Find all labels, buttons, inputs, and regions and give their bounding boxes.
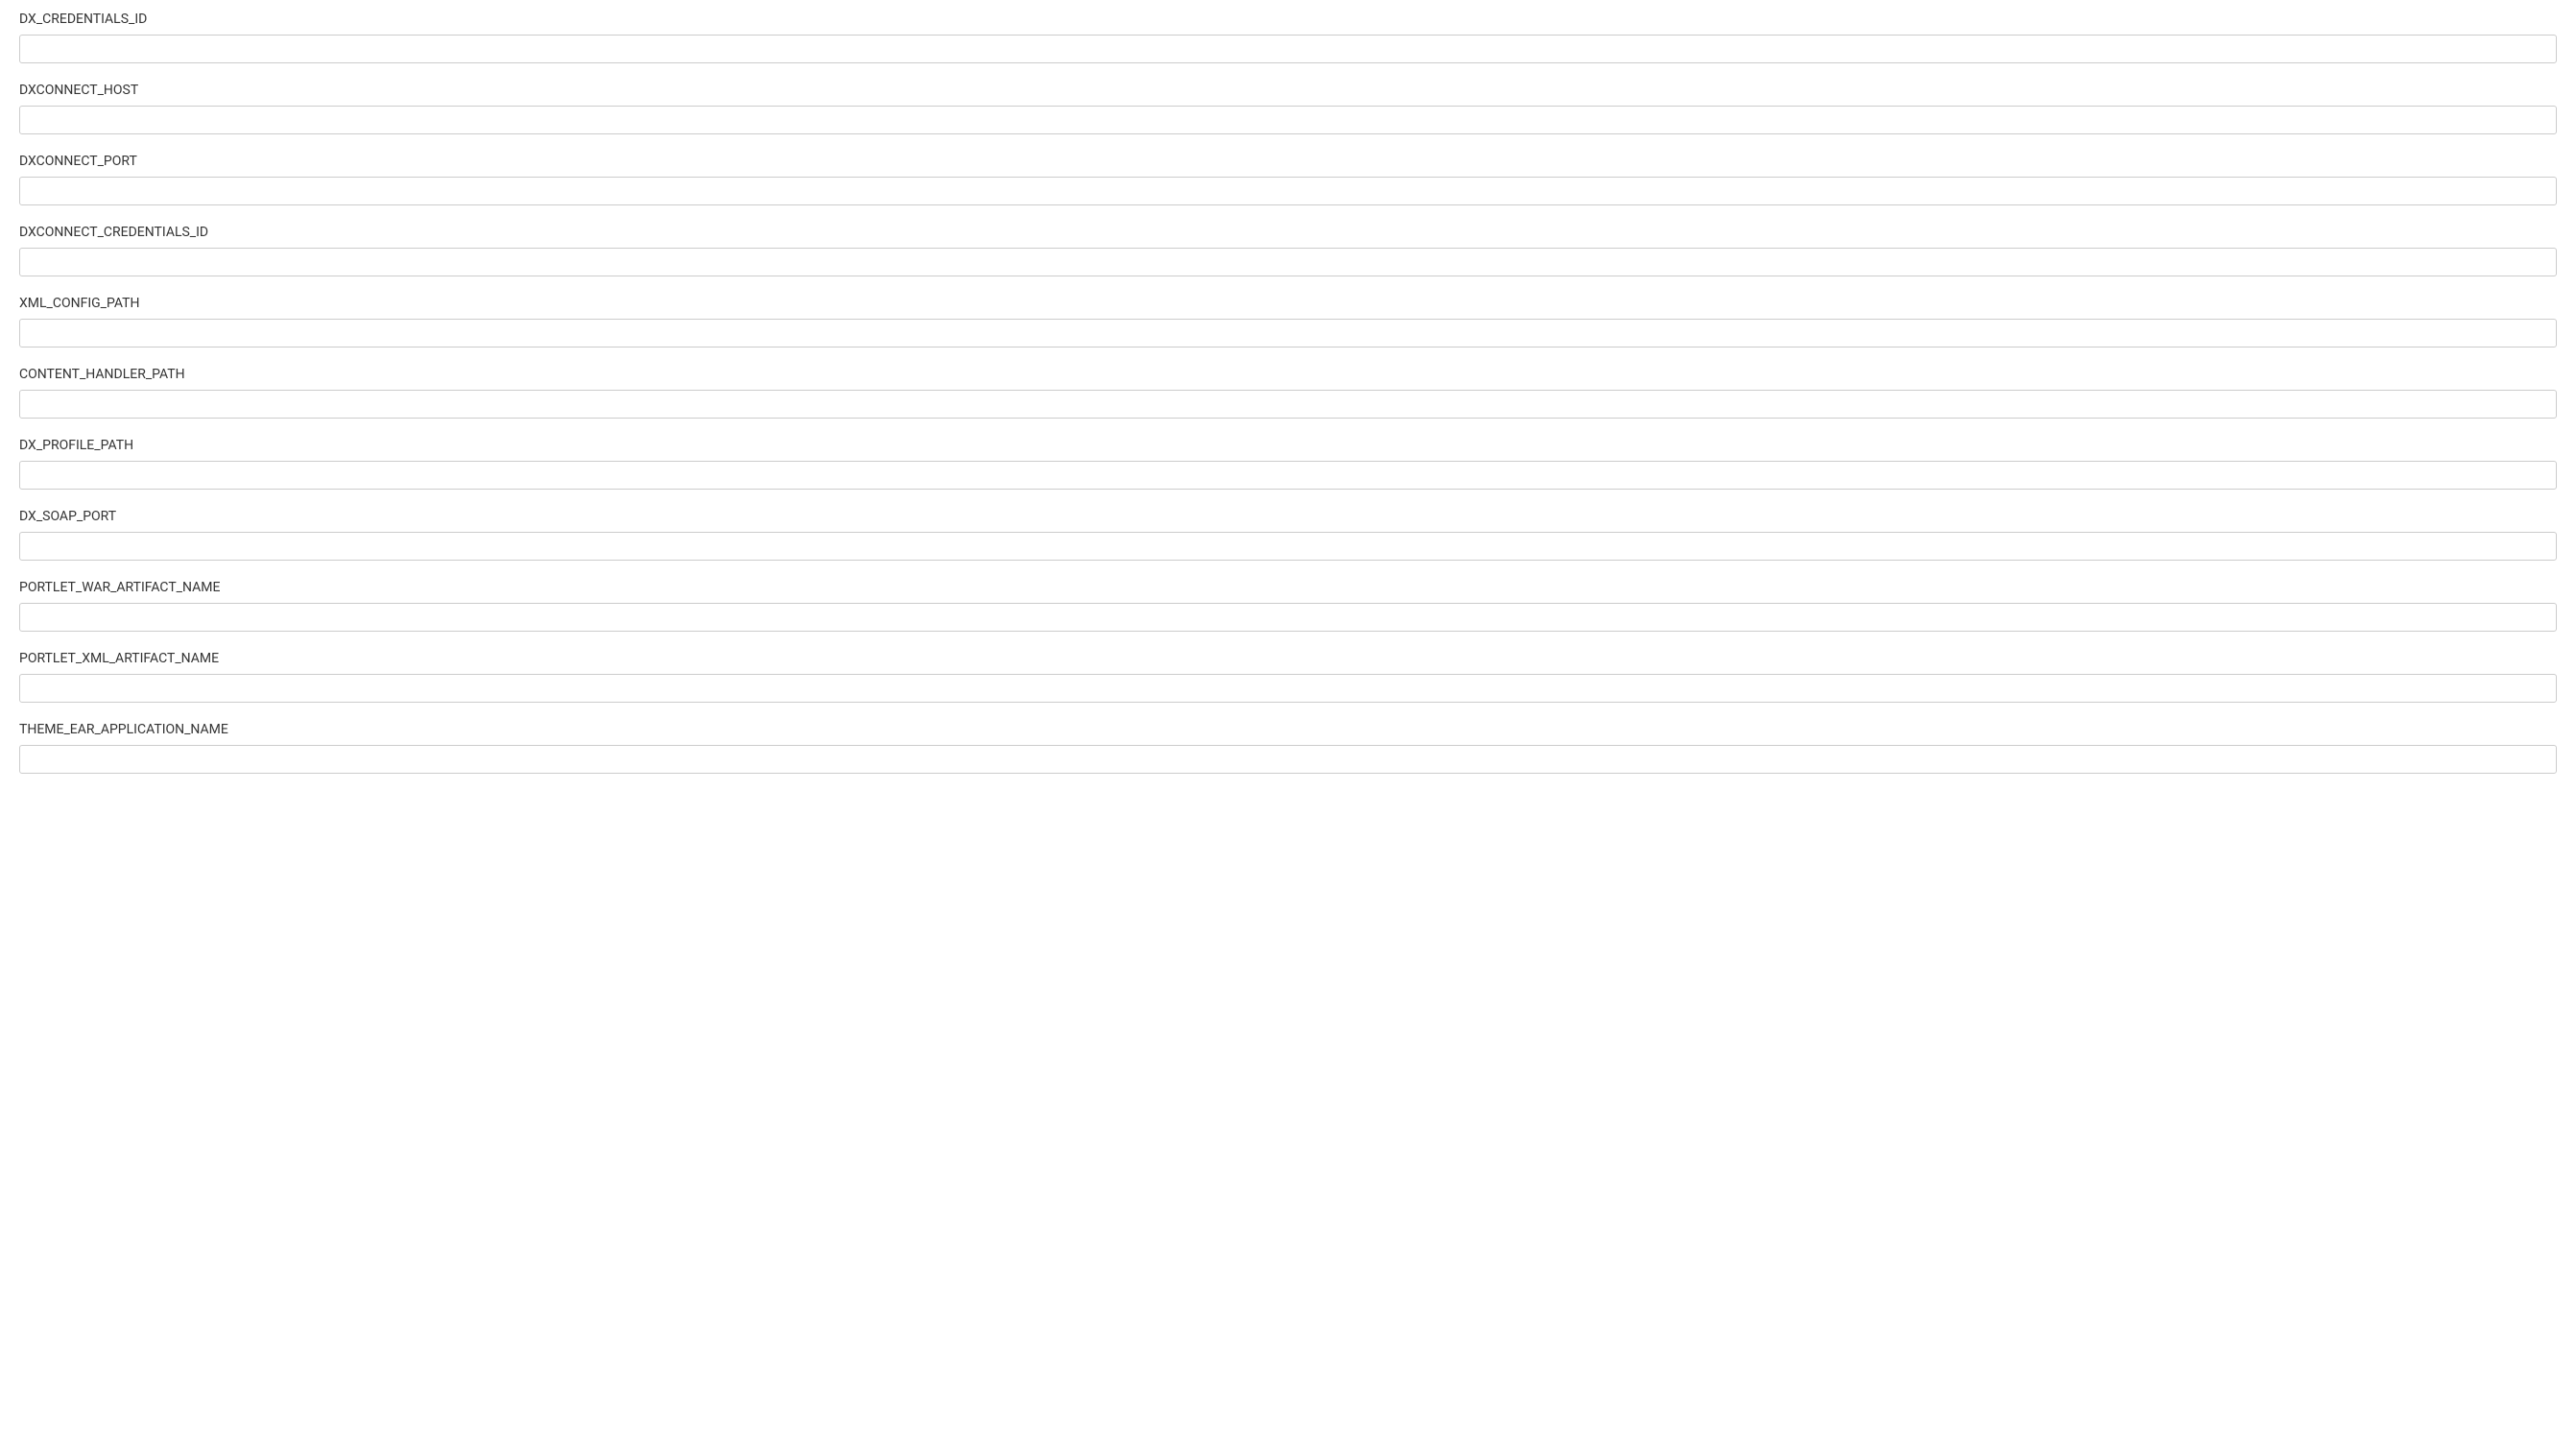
form-group-xml-config-path: XML_CONFIG_PATH [19, 296, 2557, 348]
form-group-content-handler-path: CONTENT_HANDLER_PATH [19, 367, 2557, 419]
input-xml-config-path[interactable] [19, 319, 2557, 348]
input-dx-credentials-id[interactable] [19, 35, 2557, 63]
form-group-dxconnect-credentials-id: DXCONNECT_CREDENTIALS_ID [19, 225, 2557, 276]
label-dx-profile-path: DX_PROFILE_PATH [19, 438, 2557, 453]
input-dx-profile-path[interactable] [19, 461, 2557, 490]
form-group-dx-profile-path: DX_PROFILE_PATH [19, 438, 2557, 490]
label-content-handler-path: CONTENT_HANDLER_PATH [19, 367, 2557, 382]
form-group-portlet-xml-artifact-name: PORTLET_XML_ARTIFACT_NAME [19, 651, 2557, 703]
input-dx-soap-port[interactable] [19, 532, 2557, 561]
label-portlet-xml-artifact-name: PORTLET_XML_ARTIFACT_NAME [19, 651, 2557, 666]
label-dxconnect-credentials-id: DXCONNECT_CREDENTIALS_ID [19, 225, 2557, 240]
form-group-dxconnect-port: DXCONNECT_PORT [19, 154, 2557, 205]
input-theme-ear-application-name[interactable] [19, 745, 2557, 774]
label-portlet-war-artifact-name: PORTLET_WAR_ARTIFACT_NAME [19, 580, 2557, 595]
input-portlet-xml-artifact-name[interactable] [19, 674, 2557, 703]
label-dxconnect-port: DXCONNECT_PORT [19, 154, 2557, 169]
form-container: DX_CREDENTIALS_ID DXCONNECT_HOST DXCONNE… [19, 12, 2557, 774]
label-dx-soap-port: DX_SOAP_PORT [19, 509, 2557, 524]
label-xml-config-path: XML_CONFIG_PATH [19, 296, 2557, 311]
form-group-theme-ear-application-name: THEME_EAR_APPLICATION_NAME [19, 722, 2557, 774]
form-group-dx-credentials-id: DX_CREDENTIALS_ID [19, 12, 2557, 63]
input-dxconnect-credentials-id[interactable] [19, 248, 2557, 276]
form-group-dx-soap-port: DX_SOAP_PORT [19, 509, 2557, 561]
label-theme-ear-application-name: THEME_EAR_APPLICATION_NAME [19, 722, 2557, 737]
form-group-portlet-war-artifact-name: PORTLET_WAR_ARTIFACT_NAME [19, 580, 2557, 632]
label-dx-credentials-id: DX_CREDENTIALS_ID [19, 12, 2557, 27]
input-content-handler-path[interactable] [19, 390, 2557, 419]
input-portlet-war-artifact-name[interactable] [19, 603, 2557, 632]
input-dxconnect-port[interactable] [19, 177, 2557, 205]
form-group-dxconnect-host: DXCONNECT_HOST [19, 83, 2557, 134]
input-dxconnect-host[interactable] [19, 106, 2557, 134]
label-dxconnect-host: DXCONNECT_HOST [19, 83, 2557, 98]
